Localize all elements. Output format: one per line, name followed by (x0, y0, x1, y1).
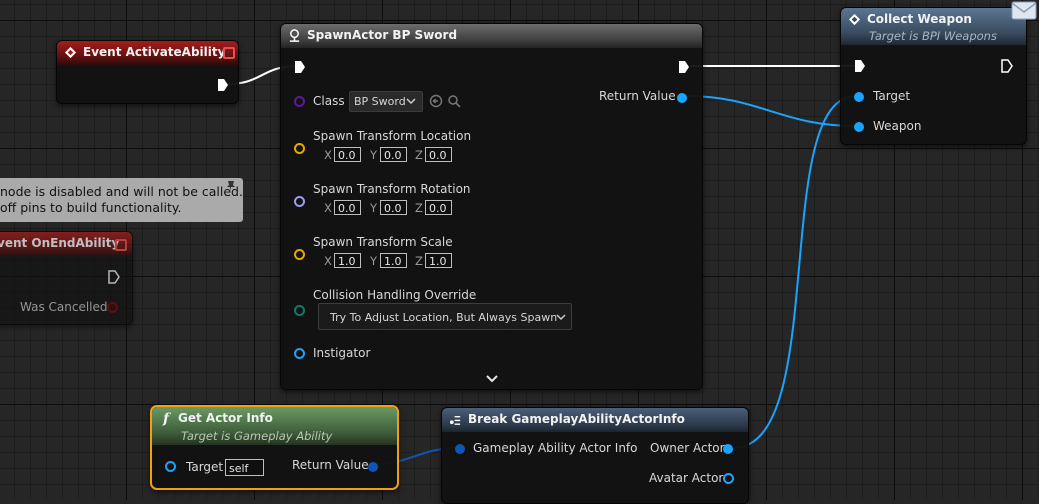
scale-y-field[interactable]: 1.0 (380, 253, 407, 268)
target-label: Target (186, 460, 224, 474)
node-title: Event ActivateAbility (83, 45, 226, 59)
collision-override-pin[interactable] (294, 305, 305, 316)
node-header[interactable]: Break GameplayAbilityActorInfo (442, 408, 748, 432)
return-value-pin[interactable] (677, 93, 687, 103)
rotation-y-field[interactable]: 0.0 (380, 200, 407, 215)
exec-out-pin[interactable] (1001, 59, 1013, 73)
return-value-label: Return Value (599, 89, 676, 103)
location-x-axis-label: X (324, 148, 332, 162)
rotation-x-field[interactable]: 0.0 (334, 200, 361, 215)
pin-icon[interactable] (225, 180, 237, 192)
scale-z-axis-label: Z (415, 254, 423, 268)
location-y-field[interactable]: 0.0 (380, 147, 407, 162)
spawn-rotation-label: Spawn Transform Rotation (313, 182, 471, 196)
comment-line-1: node is disabled and will not be called. (0, 184, 243, 199)
class-value: BP Sword (354, 95, 406, 108)
node-title: vent OnEndAbility (0, 236, 120, 250)
return-value-label: Return Value (292, 458, 369, 472)
function-icon: f (163, 411, 170, 427)
weapon-label: Weapon (873, 119, 922, 133)
scale-z-field[interactable]: 1.0 (425, 253, 452, 268)
rotation-z-axis-label: Z (415, 201, 423, 215)
collision-override-dropdown[interactable]: Try To Adjust Location, But Always Spawn (318, 303, 572, 330)
owner-actor-pin[interactable] (723, 444, 733, 454)
collision-override-value: Try To Adjust Location, But Always Spawn (330, 311, 558, 324)
avatar-actor-label: Avatar Actor (649, 471, 724, 485)
scale-x-axis-label: X (324, 254, 332, 268)
spawn-location-label: Spawn Transform Location (313, 129, 472, 143)
delegate-pin-icon[interactable] (115, 239, 127, 251)
expand-advanced-chevron-icon[interactable] (486, 375, 498, 384)
rotation-x-axis-label: X (324, 201, 332, 215)
collision-override-label: Collision Handling Override (313, 288, 477, 302)
class-dropdown[interactable]: BP Sword (349, 91, 423, 112)
was-cancelled-pin[interactable] (107, 302, 118, 313)
location-x-field[interactable]: 0.0 (334, 147, 361, 162)
browse-asset-search-icon[interactable] (447, 94, 461, 108)
class-label: Class (313, 94, 345, 108)
node-subtitle: Target is BPI Weapons (869, 29, 997, 43)
scale-x-field[interactable]: 1.0 (334, 253, 361, 268)
spawnactor-node[interactable]: SpawnActor BP Sword Class BP Sword Retur… (280, 23, 703, 390)
spawn-actor-icon (289, 29, 300, 42)
node-header[interactable]: Collect Weapon Target is BPI Weapons (841, 8, 1026, 45)
rotation-y-axis-label: Y (370, 201, 378, 215)
node-title: Break GameplayAbilityActorInfo (468, 412, 685, 426)
actor-info-in-pin[interactable] (455, 444, 465, 454)
chevron-down-icon (406, 98, 416, 105)
use-selected-asset-icon[interactable] (429, 94, 443, 108)
owner-actor-label: Owner Actor (650, 441, 725, 455)
node-header[interactable]: SpawnActor BP Sword (281, 24, 702, 48)
avatar-actor-pin[interactable] (723, 473, 734, 484)
node-header[interactable]: Event ActivateAbility (57, 41, 238, 65)
chevron-down-icon (556, 314, 566, 321)
node-header[interactable]: vent OnEndAbility (0, 232, 132, 256)
comment-line-2: off pins to build functionality. (0, 200, 182, 215)
event-activateability-node[interactable]: Event ActivateAbility (56, 40, 239, 104)
rotation-z-field[interactable]: 0.0 (425, 200, 452, 215)
spawn-location-pin[interactable] (294, 143, 305, 154)
instigator-pin[interactable] (294, 348, 305, 359)
node-title: SpawnActor BP Sword (307, 28, 458, 42)
delegate-pin-icon[interactable] (223, 47, 235, 59)
instigator-label: Instigator (313, 346, 371, 360)
exec-in-pin[interactable] (854, 59, 866, 73)
target-label: Target (873, 89, 911, 103)
was-cancelled-label: Was Cancelled (20, 300, 108, 314)
target-pin[interactable] (854, 92, 864, 102)
return-value-pin[interactable] (368, 462, 378, 472)
disabled-node-comment: node is disabled and will not be called.… (0, 178, 243, 222)
exec-out-pin[interactable] (678, 60, 690, 74)
spawn-scale-label: Spawn Transform Scale (313, 235, 453, 249)
interface-message-icon (848, 13, 861, 26)
spawn-rotation-pin[interactable] (294, 196, 305, 207)
location-z-field[interactable]: 0.0 (425, 147, 452, 162)
message-envelope-icon (1011, 1, 1037, 20)
location-z-axis-label: Z (415, 148, 423, 162)
break-struct-icon (449, 416, 461, 425)
actor-info-label: Gameplay Ability Actor Info (473, 441, 638, 455)
break-actorinfo-node[interactable]: Break GameplayAbilityActorInfo Gameplay … (441, 407, 749, 504)
get-actor-info-node[interactable]: f Get Actor Info Target is Gameplay Abil… (150, 405, 399, 490)
target-pin[interactable] (165, 461, 176, 472)
spawn-scale-pin[interactable] (294, 249, 305, 260)
node-subtitle: Target is Gameplay Ability (181, 429, 333, 443)
class-pin[interactable] (294, 96, 305, 107)
event-diamond-icon (64, 46, 77, 59)
location-y-axis-label: Y (370, 148, 378, 162)
weapon-pin[interactable] (854, 122, 864, 132)
node-title: Get Actor Info (178, 411, 273, 425)
event-onendability-node[interactable]: vent OnEndAbility Was Cancelled (0, 231, 133, 325)
scale-y-axis-label: Y (370, 254, 378, 268)
collect-weapon-node[interactable]: Collect Weapon Target is BPI Weapons Tar… (840, 7, 1027, 145)
node-title: Collect Weapon (867, 12, 972, 26)
exec-in-pin[interactable] (294, 60, 306, 74)
exec-out-pin[interactable] (108, 270, 120, 284)
target-self-field[interactable]: self (225, 459, 264, 476)
node-header[interactable]: f Get Actor Info Target is Gameplay Abil… (152, 407, 397, 445)
exec-out-pin[interactable] (217, 78, 229, 92)
